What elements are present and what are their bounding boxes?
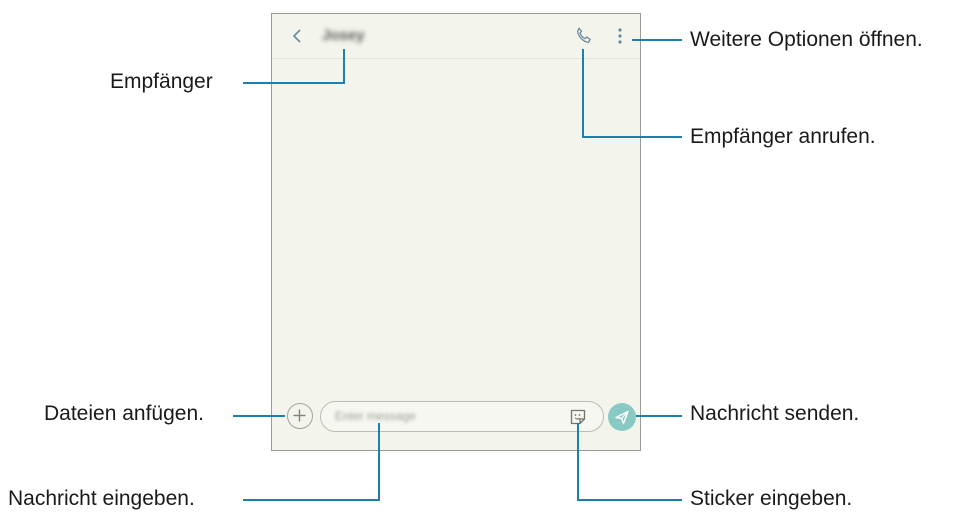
messages-screen: Josey Enter message: [271, 13, 641, 451]
attach-button[interactable]: [287, 403, 313, 429]
label-attach-files: Dateien anfügen.: [44, 402, 204, 425]
label-enter-sticker: Sticker eingeben.: [690, 487, 853, 510]
message-input[interactable]: Enter message: [320, 401, 604, 432]
more-vertical-icon: [618, 28, 622, 44]
message-placeholder: Enter message: [335, 409, 416, 423]
callout-line-recipient-h: [243, 82, 345, 84]
conversation-header: Josey: [272, 14, 640, 59]
call-button[interactable]: [573, 24, 595, 48]
callout-line-enter-message-v: [378, 423, 380, 501]
callout-line-more-options: [632, 39, 682, 41]
label-call-recipient: Empfänger anrufen.: [690, 125, 876, 148]
plus-icon: [293, 409, 306, 422]
label-enter-message: Nachricht eingeben.: [8, 487, 195, 510]
callout-line-sticker-v: [577, 423, 579, 501]
phone-icon: [577, 27, 591, 43]
back-button[interactable]: [290, 26, 310, 48]
callout-line-recipient-v: [343, 49, 345, 84]
callout-line-attach: [233, 415, 285, 417]
callout-line-send: [636, 415, 682, 417]
label-more-options: Weitere Optionen öffnen.: [690, 28, 923, 51]
label-send-message: Nachricht senden.: [690, 402, 860, 425]
callout-line-call-h: [582, 136, 682, 138]
label-recipient: Empfänger: [110, 70, 213, 93]
chevron-left-icon: [292, 29, 301, 43]
send-icon: [615, 410, 629, 425]
callout-line-call-v: [582, 49, 584, 138]
contact-name[interactable]: Josey: [322, 27, 365, 44]
callout-line-enter-message-h: [243, 499, 380, 501]
more-options-button[interactable]: [614, 25, 626, 47]
callout-line-sticker-h: [577, 499, 682, 501]
send-button[interactable]: [608, 403, 636, 431]
